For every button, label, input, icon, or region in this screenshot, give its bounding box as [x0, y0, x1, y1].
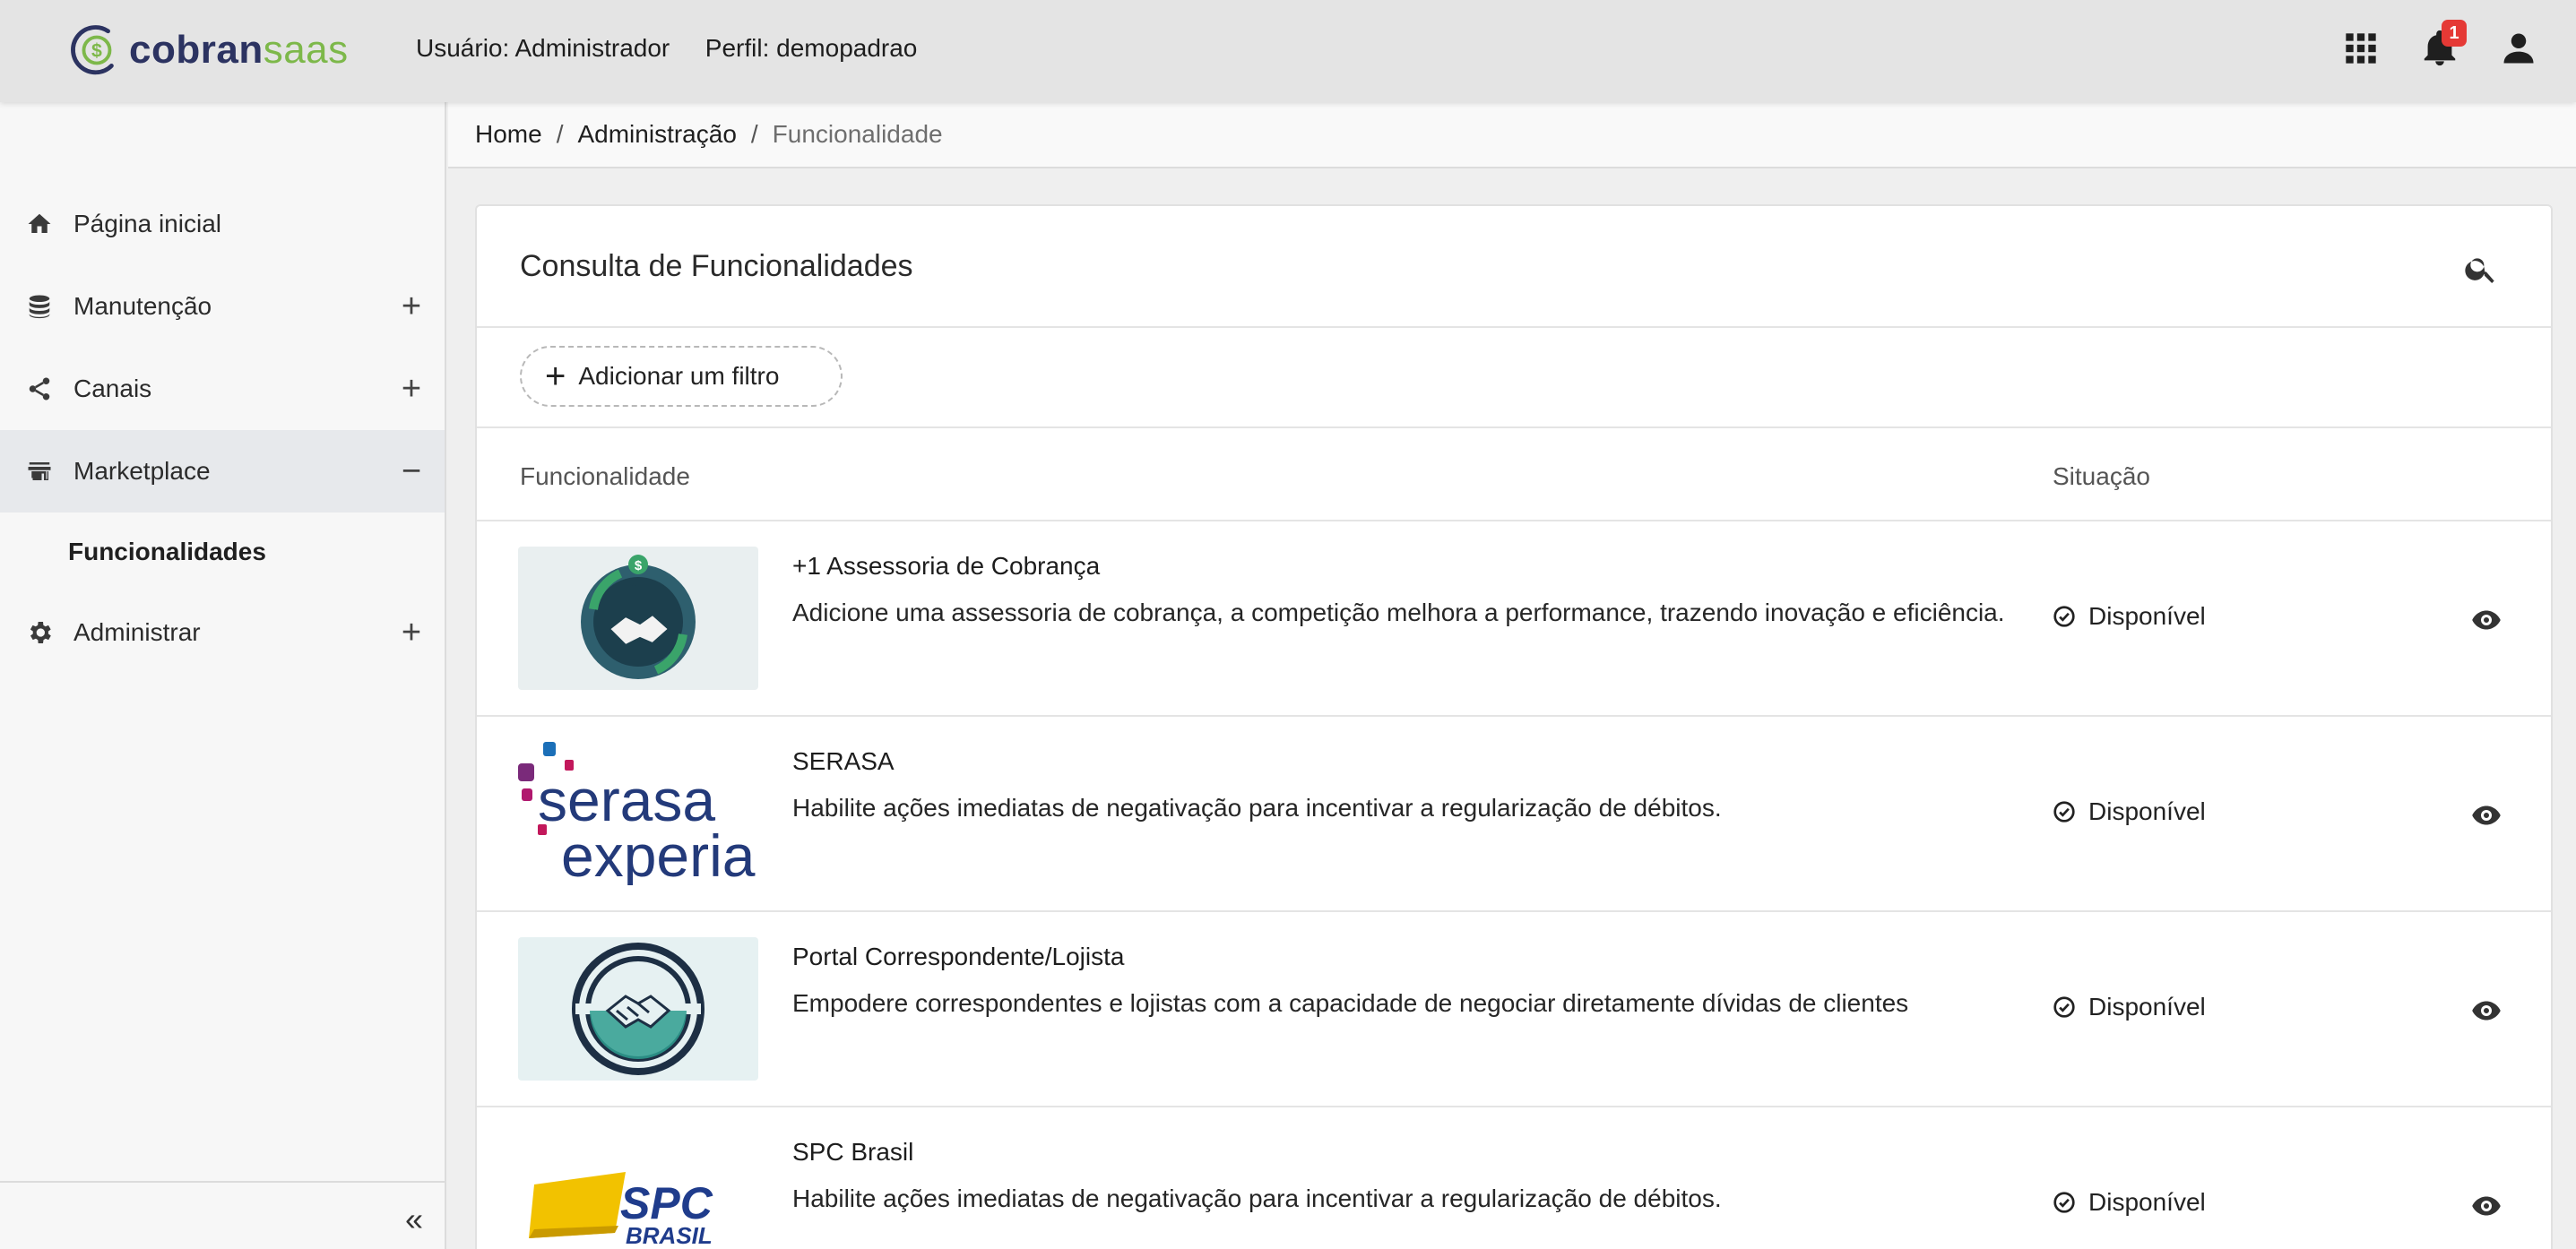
view-icon[interactable]	[2470, 799, 2504, 833]
sidebar-item-manutencao[interactable]: Manutenção +	[0, 265, 445, 348]
view-icon[interactable]	[2470, 1190, 2504, 1224]
sidebar-footer: «	[0, 1181, 445, 1249]
row-description: Adicione uma assessoria de cobrança, a c…	[792, 599, 2005, 626]
row-title: +1 Assessoria de Cobrança	[792, 552, 1101, 580]
check-circle-icon	[2053, 996, 2075, 1018]
expand-icon[interactable]: +	[398, 289, 425, 323]
database-icon	[25, 292, 54, 321]
sidebar-item-label: Canais	[73, 375, 152, 402]
logo-text-part2: saas	[263, 28, 349, 72]
apps-grid-icon[interactable]	[2339, 23, 2382, 73]
profile-value: demopadrao	[776, 34, 918, 62]
account-icon[interactable]	[2497, 23, 2540, 73]
logo-text-part1: cobran	[129, 28, 264, 72]
top-bar: $ cobransaas Usuário: Administrador Perf…	[0, 0, 2576, 102]
view-icon[interactable]	[2470, 604, 2504, 638]
row-title: Portal Correspondente/Lojista	[792, 943, 1125, 970]
status-text: Disponível	[2088, 1188, 2206, 1216]
column-header-status: Situação	[2053, 462, 2150, 490]
plus-icon: +	[545, 357, 566, 396]
notifications-icon[interactable]: 1	[2418, 20, 2467, 73]
user-info: Usuário: Administrador Perfil: demopadra…	[416, 34, 917, 63]
table-row[interactable]: serasa experian. SERASA Habilite ações i…	[477, 717, 2551, 912]
row-description: Habilite ações imediatas de negativação …	[792, 794, 1722, 822]
status-text: Disponível	[2088, 993, 2206, 1021]
expand-icon[interactable]: +	[398, 372, 425, 406]
table-row[interactable]: $ +1 Assessoria de Cobrança Adicione uma…	[477, 521, 2551, 717]
handshake-portal-logo	[518, 937, 758, 1081]
app-logo[interactable]: $ cobransaas	[70, 20, 349, 81]
user-value: Administrador	[514, 34, 670, 62]
column-header-functionality: Funcionalidade	[520, 462, 690, 490]
filter-row: + Adicionar um filtro	[477, 328, 2551, 428]
add-filter-label: Adicionar um filtro	[578, 362, 780, 390]
user-label: Usuário:	[416, 34, 510, 62]
status-badge: Disponível	[2053, 993, 2206, 1021]
row-description: Empodere correspondentes e lojistas com …	[792, 989, 1909, 1017]
check-circle-icon	[2053, 801, 2075, 823]
sidebar-item-label: Página inicial	[73, 210, 221, 237]
store-icon	[25, 457, 54, 486]
check-circle-icon	[2053, 1192, 2075, 1213]
logo-coin-icon: $	[71, 25, 114, 75]
gear-icon	[25, 618, 54, 647]
table-row[interactable]: Portal Correspondente/Lojista Empodere c…	[477, 912, 2551, 1107]
breadcrumb-separator: /	[556, 120, 564, 148]
breadcrumb-home[interactable]: Home	[475, 120, 542, 149]
card-header: Consulta de Funcionalidades	[477, 206, 2551, 328]
sidebar-item-label: Manutenção	[73, 292, 212, 320]
status-badge: Disponível	[2053, 1188, 2206, 1217]
top-actions: 1	[2339, 20, 2540, 73]
sidebar-item-canais[interactable]: Canais +	[0, 348, 445, 430]
breadcrumb-administracao[interactable]: Administração	[577, 120, 736, 149]
sidebar-item-label: Marketplace	[73, 457, 211, 485]
svg-text:$: $	[91, 40, 102, 62]
home-icon	[25, 210, 54, 238]
sidebar: Página inicial Manutenção + Canais + Mar…	[0, 102, 446, 1249]
status-text: Disponível	[2088, 602, 2206, 630]
breadcrumb-funcionalidade: Funcionalidade	[772, 120, 943, 148]
sidebar-subitem-funcionalidades[interactable]: Funcionalidades	[0, 513, 445, 591]
table-header: Funcionalidade Situação	[477, 428, 2551, 521]
sidebar-item-home[interactable]: Página inicial	[0, 183, 445, 265]
add-filter-button[interactable]: + Adicionar um filtro	[520, 346, 843, 407]
page-title: Consulta de Funcionalidades	[520, 249, 913, 283]
functionality-card: Consulta de Funcionalidades + Adicionar …	[475, 204, 2553, 1249]
expand-icon[interactable]: +	[398, 616, 425, 650]
logo-text: cobransaas	[129, 28, 349, 73]
collapse-sidebar-button[interactable]: «	[405, 1201, 423, 1238]
sidebar-item-marketplace[interactable]: Marketplace −	[0, 430, 445, 513]
row-title: SERASA	[792, 747, 895, 775]
logo-text-2: BRASIL	[626, 1222, 713, 1249]
breadcrumb: Home / Administração / Funcionalidade	[448, 102, 2576, 168]
sidebar-item-label: Administrar	[73, 618, 201, 646]
logo-text-1: SPC	[620, 1178, 713, 1228]
handshake-collection-logo: $	[518, 547, 758, 690]
status-text: Disponível	[2088, 797, 2206, 825]
search-icon[interactable]	[2463, 251, 2499, 287]
serasa-experian-logo: serasa experian.	[518, 742, 758, 885]
sidebar-item-administrar[interactable]: Administrar +	[0, 591, 445, 674]
logo-text-2: experian.	[561, 823, 758, 885]
row-description: Habilite ações imediatas de negativação …	[792, 1184, 1722, 1212]
notification-badge: 1	[2442, 20, 2467, 47]
view-icon[interactable]	[2470, 995, 2504, 1029]
table-row[interactable]: SPC BRASIL SPC Brasil Habilite ações ime…	[477, 1107, 2551, 1249]
spc-brasil-logo: SPC BRASIL	[518, 1133, 758, 1249]
status-badge: Disponível	[2053, 797, 2206, 826]
breadcrumb-separator: /	[750, 120, 758, 148]
share-icon	[25, 375, 54, 403]
check-circle-icon	[2053, 606, 2075, 627]
status-badge: Disponível	[2053, 602, 2206, 631]
row-title: SPC Brasil	[792, 1138, 914, 1166]
profile-label: Perfil:	[705, 34, 770, 62]
sidebar-menu: Página inicial Manutenção + Canais + Mar…	[0, 183, 445, 674]
collapse-icon[interactable]: −	[398, 454, 425, 488]
svg-text:$: $	[635, 558, 643, 573]
